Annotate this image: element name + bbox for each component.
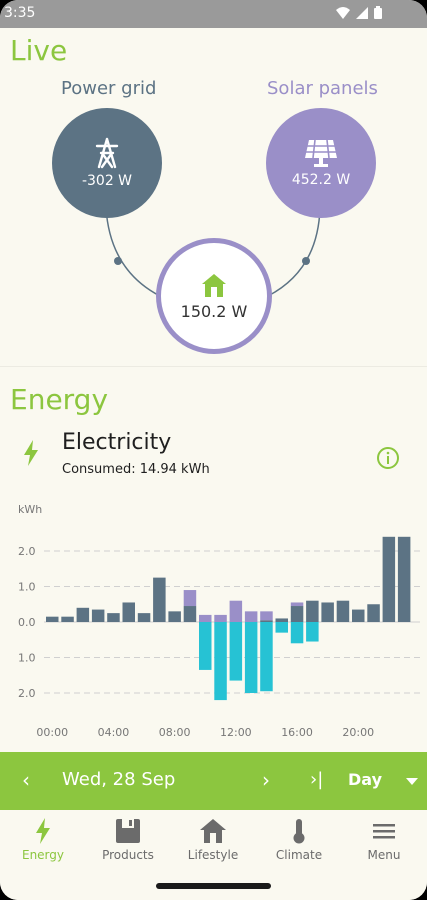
lightning-icon (36, 818, 50, 844)
solar-panel-icon (305, 139, 337, 167)
grid-import-bar (275, 618, 288, 622)
app-screen: 3:35 Live Power grid Solar panels -302 W… (0, 0, 427, 900)
y-tick-label: 2.0 (18, 687, 36, 700)
x-tick-label: 16:00 (281, 726, 313, 739)
solar-consumption-bar (183, 590, 197, 607)
nav-lifestyle-label: Lifestyle (187, 848, 239, 862)
home-icon (202, 273, 226, 297)
nav-menu[interactable]: Menu (344, 818, 424, 862)
grid-import-bar (260, 620, 273, 622)
grid-import-bar (321, 602, 334, 622)
grid-import-bar (397, 536, 411, 622)
power-grid-value: -302 W (81, 173, 133, 189)
electricity-title: Electricity (62, 430, 172, 455)
y-tick-label: 1.0 (18, 652, 36, 665)
lightning-icon (24, 440, 38, 466)
power-grid-circle[interactable]: -302 W (52, 108, 162, 218)
energy-title: Energy (10, 383, 109, 416)
solar-consumption-bar (214, 614, 227, 622)
home-value: 150.2 W (180, 301, 248, 321)
solar-panels-circle[interactable]: 452.2 W (266, 108, 376, 218)
y-axis-label: kWh (18, 503, 42, 516)
gesture-bar (0, 874, 427, 900)
solar-consumption-bar (290, 602, 304, 607)
grid-import-bar (290, 606, 304, 622)
transmission-tower-icon (95, 137, 119, 169)
home-indicator[interactable] (156, 883, 271, 889)
previous-day-button[interactable]: ‹ (22, 768, 30, 792)
home-circle[interactable]: 150.2 W (156, 238, 272, 354)
grid-export-bar (290, 622, 304, 644)
grid-export-bar (244, 622, 258, 693)
grid-export-bar (260, 622, 273, 692)
thermometer-icon (293, 819, 305, 844)
solar-consumption-bar (244, 611, 258, 622)
nav-products[interactable]: Products (88, 818, 168, 862)
x-tick-label: 12:00 (220, 726, 252, 739)
nav-products-label: Products (102, 848, 154, 862)
grid-export-bar (229, 622, 243, 681)
section-divider (0, 366, 427, 367)
y-tick-label: 2.0 (18, 545, 36, 558)
next-day-button[interactable]: › (262, 768, 270, 792)
date-bar: ‹ Wed, 28 Sep › ›| Day (0, 752, 427, 810)
power-grid-label: Power grid (61, 78, 157, 99)
solar-panels-value: 452.2 W (291, 172, 351, 188)
nav-energy-label: Energy (21, 848, 64, 862)
nav-menu-label: Menu (367, 848, 401, 862)
chevron-down-icon[interactable] (406, 778, 418, 785)
jump-to-today-button[interactable]: ›| (310, 769, 323, 790)
x-tick-label: 20:00 (342, 726, 374, 739)
nav-lifestyle[interactable]: Lifestyle (173, 818, 253, 862)
x-tick-label: 04:00 (98, 726, 130, 739)
energy-chart: kWh 2.0 1.0 0.0 1.0 2.0 00:00 04:00 08:00 12:00 16… (18, 503, 420, 739)
house-icon (200, 819, 226, 843)
grid-import-bar (76, 607, 90, 622)
grid-import-bar (336, 600, 350, 622)
grid-export-bar (199, 622, 212, 670)
grid-export-bar (306, 622, 319, 642)
electricity-consumed: Consumed: 14.94 kWh (62, 462, 210, 477)
solar-consumption-bar (260, 611, 273, 621)
grid-import-bar (137, 613, 151, 622)
period-selector[interactable]: Day (348, 770, 382, 789)
grid-import-bar (168, 611, 181, 622)
menu-icon (373, 824, 395, 839)
grid-connector-dot (114, 257, 122, 265)
solar-connector-dot (302, 257, 310, 265)
solar-consumption-bar (229, 600, 243, 622)
grid-import-bar (352, 609, 365, 622)
grid-import-bar (107, 613, 120, 622)
solar-panels-label: Solar panels (267, 78, 378, 99)
grid-import-bar (367, 604, 380, 622)
bottom-navigation: Energy Products Lifestyle Climate Menu (0, 810, 427, 874)
grid-export-bar (214, 622, 227, 701)
info-icon[interactable] (376, 446, 400, 470)
selected-date[interactable]: Wed, 28 Sep (62, 769, 175, 790)
nav-energy[interactable]: Energy (3, 818, 83, 862)
y-tick-label: 1.0 (18, 581, 36, 594)
nav-climate[interactable]: Climate (259, 818, 339, 862)
x-tick-label: 00:00 (36, 726, 68, 739)
grid-import-bar (46, 616, 59, 622)
grid-import-bar (122, 602, 135, 622)
nav-climate-label: Climate (275, 848, 323, 862)
grid-import-bar (183, 606, 197, 622)
grid-import-bar (153, 577, 166, 622)
y-tick-label: 0.0 (18, 616, 36, 629)
grid-import-bar (61, 616, 74, 622)
grid-import-bar (91, 609, 105, 622)
solar-consumption-bar (199, 614, 212, 622)
grid-import-bar (306, 600, 319, 622)
x-tick-label: 08:00 (159, 726, 191, 739)
grid-export-bar (275, 622, 288, 633)
grid-import-bar (382, 536, 396, 622)
products-icon (116, 819, 140, 843)
